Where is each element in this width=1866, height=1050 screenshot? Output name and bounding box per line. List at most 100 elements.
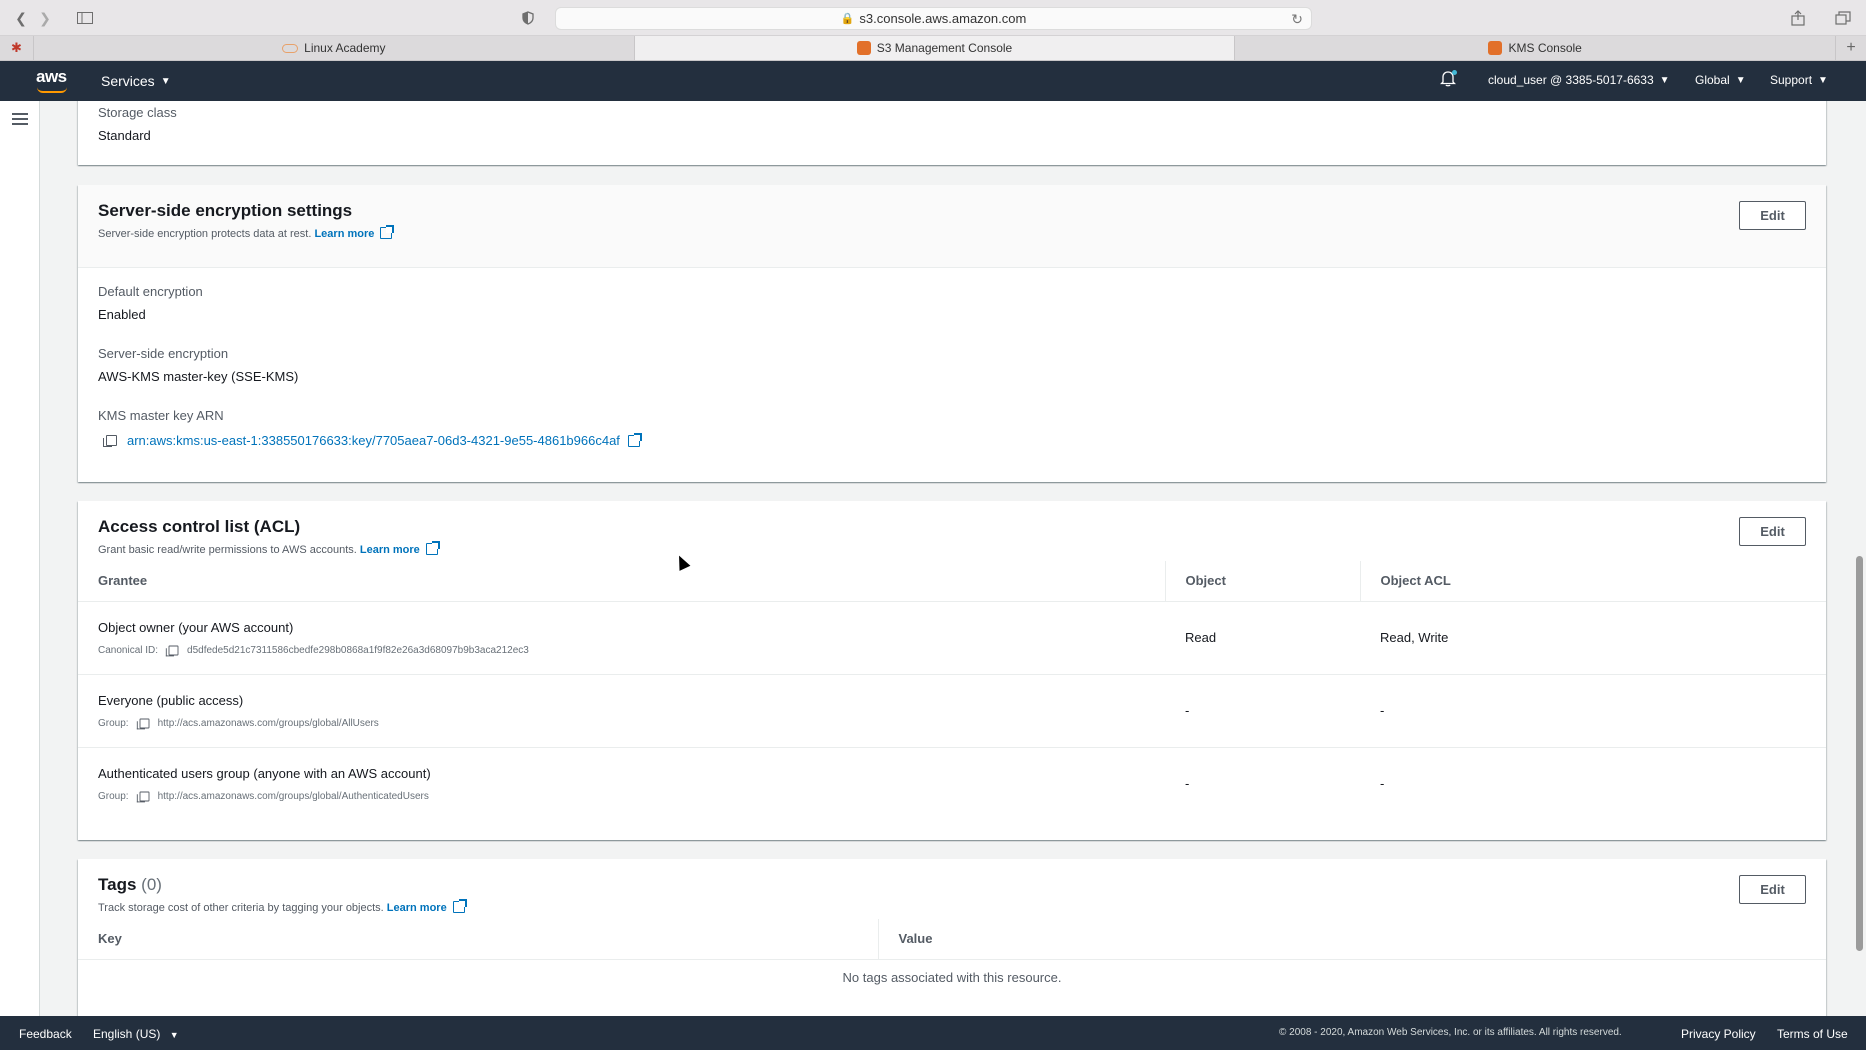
left-navigation-rail xyxy=(0,101,40,1016)
table-row: Everyone (public access) Group: http://a… xyxy=(78,674,1826,748)
copy-icon[interactable] xyxy=(165,645,179,656)
tags-panel: Tags (0) Track storage cost of other cri… xyxy=(78,859,1826,1016)
copy-icon[interactable] xyxy=(136,718,150,729)
column-header-grantee: Grantee xyxy=(78,561,1165,602)
tab-label: KMS Console xyxy=(1508,41,1582,55)
storage-class-label: Storage class xyxy=(98,105,177,120)
hamburger-menu-icon[interactable] xyxy=(12,113,28,128)
kms-arn-row: arn:aws:kms:us-east-1:338550176633:key/7… xyxy=(98,432,1806,448)
url-text: s3.console.aws.amazon.com xyxy=(859,11,1027,26)
aws-logo[interactable]: aws xyxy=(36,67,67,93)
properties-panel: Storage class Standard xyxy=(78,101,1826,165)
tags-learn-more-link[interactable]: Learn more xyxy=(387,902,447,914)
group-uri: http://acs.amazonaws.com/groups/global/A… xyxy=(157,790,429,802)
region-menu[interactable]: Global ▼ xyxy=(1695,73,1746,87)
notifications-bell-icon[interactable] xyxy=(1440,70,1457,87)
table-row: Object owner (your AWS account) Canonica… xyxy=(78,601,1826,675)
linux-academy-favicon xyxy=(282,43,299,53)
aws-smile-icon xyxy=(37,87,67,93)
sse-description: Server-side encryption protects data at … xyxy=(98,225,1806,240)
tags-empty-message: No tags associated with this resource. xyxy=(842,969,1062,985)
external-link-icon xyxy=(380,225,395,239)
tab-s3-console[interactable]: S3 Management Console xyxy=(634,36,1236,60)
object-acl-permission: Read, Write xyxy=(1360,601,1826,675)
main-content: Storage class Standard Server-side encry… xyxy=(40,101,1850,1016)
tab-strip: ✱ Linux Academy S3 Management Console KM… xyxy=(0,36,1866,61)
caret-down-icon: ▼ xyxy=(1735,74,1746,86)
external-link-icon xyxy=(425,541,440,555)
notification-dot xyxy=(1452,70,1457,75)
tab-kms-console[interactable]: KMS Console xyxy=(1235,36,1837,60)
sse-type-label: Server-side encryption xyxy=(98,346,229,361)
services-menu[interactable]: Services ▼ xyxy=(101,73,171,89)
share-icon[interactable] xyxy=(1785,8,1811,28)
reload-icon[interactable]: ↻ xyxy=(1291,11,1303,28)
column-header-object: Object xyxy=(1164,561,1360,602)
tab-label: S3 Management Console xyxy=(876,41,1013,55)
new-tab-icon[interactable]: + xyxy=(1836,36,1866,60)
kms-arn-label: KMS master key ARN xyxy=(98,408,224,423)
external-link-icon[interactable] xyxy=(627,432,642,447)
tab-linux-academy[interactable]: Linux Academy xyxy=(34,36,635,60)
tags-count: (0) xyxy=(141,875,162,894)
aws-top-nav: aws Services ▼ cloud_user @ 3385-5017-66… xyxy=(0,61,1866,101)
address-bar[interactable]: 🔒 s3.console.aws.amazon.com ↻ xyxy=(555,7,1312,30)
grantee-detail: Canonical ID: d5dfede5d21c7311586cbedfe2… xyxy=(98,644,529,656)
acl-learn-more-link[interactable]: Learn more xyxy=(360,544,420,556)
tags-table: Key Value xyxy=(78,919,1826,960)
default-encryption-value: Enabled xyxy=(98,307,146,322)
object-permission: - xyxy=(1165,674,1360,748)
feedback-link[interactable]: Feedback xyxy=(19,1027,72,1041)
object-permission: - xyxy=(1185,776,1190,792)
copy-icon[interactable] xyxy=(136,791,150,803)
sidebar-toggle-icon[interactable] xyxy=(70,8,100,28)
forward-icon[interactable]: ❯ xyxy=(34,8,56,28)
back-icon[interactable]: ❮ xyxy=(10,8,32,28)
pinned-tab-slack-icon[interactable]: ✱ xyxy=(0,36,34,60)
sse-header: Server-side encryption settings Server-s… xyxy=(78,185,1826,268)
column-header-key: Key xyxy=(78,919,878,960)
tags-title: Tags (0) xyxy=(98,875,162,894)
grantee-detail: Group: http://acs.amazonaws.com/groups/g… xyxy=(98,717,379,729)
grantee-name: Everyone (public access) xyxy=(98,692,244,708)
acl-edit-button[interactable]: Edit xyxy=(1739,517,1806,546)
caret-down-icon: ▼ xyxy=(1659,74,1670,86)
default-encryption-label: Default encryption xyxy=(98,284,203,299)
tab-label: Linux Academy xyxy=(304,41,386,55)
account-menu[interactable]: cloud_user @ 3385-5017-6633 ▼ xyxy=(1488,73,1670,87)
grantee-name: Authenticated users group (anyone with a… xyxy=(98,765,431,781)
group-uri: http://acs.amazonaws.com/groups/global/A… xyxy=(157,717,379,729)
privacy-shield-icon[interactable] xyxy=(514,8,542,28)
canonical-id: d5dfede5d21c7311586cbedfe298b0868a1f9f82… xyxy=(187,644,529,656)
copy-icon[interactable] xyxy=(103,435,117,447)
language-selector[interactable]: English (US) ▼ xyxy=(93,1027,179,1041)
acl-header: Access control list (ACL) Grant basic re… xyxy=(78,501,1826,561)
column-header-value: Value xyxy=(877,919,1826,960)
column-header-object-acl: Object ACL xyxy=(1359,561,1826,602)
copyright-text: © 2008 - 2020, Amazon Web Services, Inc.… xyxy=(1279,1027,1622,1038)
sse-edit-button[interactable]: Edit xyxy=(1739,201,1806,230)
acl-panel: Access control list (ACL) Grant basic re… xyxy=(78,501,1826,840)
tags-edit-button[interactable]: Edit xyxy=(1739,875,1806,904)
aws-favicon xyxy=(856,41,871,55)
object-acl-permission: - xyxy=(1380,776,1385,792)
table-row: Authenticated users group (anyone with a… xyxy=(78,747,1826,820)
acl-description: Grant basic read/write permissions to AW… xyxy=(98,541,1806,556)
support-menu[interactable]: Support ▼ xyxy=(1770,73,1828,87)
sse-learn-more-link[interactable]: Learn more xyxy=(314,228,374,240)
grantee-detail: Group: http://acs.amazonaws.com/groups/g… xyxy=(98,790,429,803)
scrollbar[interactable] xyxy=(1850,101,1866,1016)
grantee-name: Object owner (your AWS account) xyxy=(98,619,294,635)
caret-down-icon: ▼ xyxy=(169,1030,179,1040)
caret-down-icon: ▼ xyxy=(1818,74,1828,86)
terms-of-use-link[interactable]: Terms of Use xyxy=(1777,1027,1848,1041)
aws-favicon xyxy=(1488,41,1503,55)
tags-description: Track storage cost of other criteria by … xyxy=(98,899,1806,914)
privacy-policy-link[interactable]: Privacy Policy xyxy=(1681,1027,1756,1041)
kms-arn-link[interactable]: arn:aws:kms:us-east-1:338550176633:key/7… xyxy=(127,433,620,448)
scrollbar-thumb[interactable] xyxy=(1856,556,1863,951)
tabs-overview-icon[interactable] xyxy=(1830,8,1856,28)
caret-down-icon: ▼ xyxy=(160,75,171,87)
object-permission: Read xyxy=(1165,601,1360,675)
browser-toolbar: ❮ ❯ 🔒 s3.console.aws.amazon.com ↻ xyxy=(0,0,1866,36)
